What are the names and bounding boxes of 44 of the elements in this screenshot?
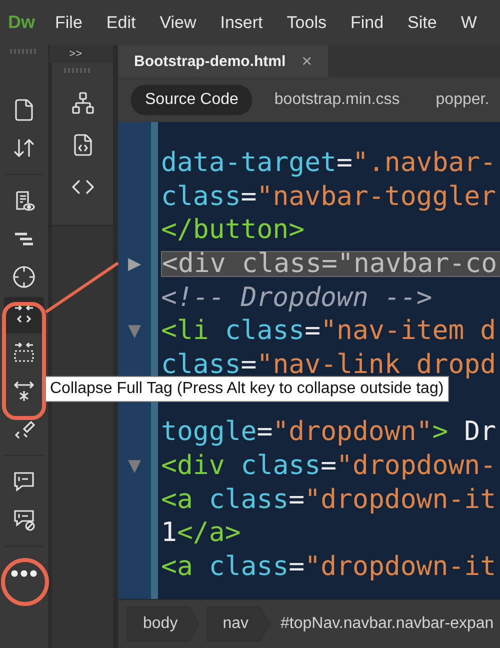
code-line: <a class="dropdown-it xyxy=(161,554,496,580)
menu-item[interactable]: W xyxy=(460,12,477,32)
app-logo: Dw xyxy=(8,12,35,33)
code-line: <a class="dropdown-it xyxy=(161,486,496,513)
element-selector: #topNav.navbar.navbar-expan xyxy=(280,615,494,633)
collapse-selection-icon xyxy=(12,341,36,365)
menu-item[interactable]: Insert xyxy=(220,12,263,32)
tooltip: Collapse Full Tag (Press Alt key to collapse outside tag) xyxy=(45,376,449,402)
code-line: class="nav-link dropd xyxy=(161,352,496,378)
document-icon xyxy=(12,98,36,122)
menu-item[interactable]: Edit xyxy=(106,12,136,32)
menu-item[interactable]: Tools xyxy=(286,12,326,32)
code-line: <div class="dropdown- xyxy=(161,453,496,480)
code-line: </button> xyxy=(161,217,305,244)
expand-all-icon xyxy=(12,379,36,403)
related-file-tab[interactable]: popper. xyxy=(422,84,500,114)
breadcrumb-item[interactable]: nav xyxy=(206,606,270,642)
code-line: 1</a> xyxy=(161,520,241,546)
highlight-circle xyxy=(1,558,49,606)
uncomment-icon xyxy=(12,508,36,532)
related-file-tab[interactable]: Source Code xyxy=(131,84,252,114)
menu-item[interactable]: File xyxy=(55,12,82,32)
comment-icon xyxy=(12,470,36,494)
code-line: <li class="nav-item d xyxy=(161,318,496,344)
document-tab[interactable]: Bootstrap-demo.html × xyxy=(118,45,328,77)
more-icon xyxy=(11,570,37,576)
up-down-arrows-icon xyxy=(12,136,36,160)
crosshair-icon xyxy=(12,265,36,289)
expand-panels-button[interactable]: >> xyxy=(69,48,82,60)
hierarchy-icon xyxy=(70,91,94,115)
panel-grip[interactable] xyxy=(64,68,92,73)
code-line: <!-- Dropdown --> xyxy=(161,284,432,311)
code-line: class="navbar-toggler xyxy=(161,184,496,210)
code-line: toggle="dropdown"> Dr xyxy=(161,419,496,446)
tab-title: Bootstrap-demo.html xyxy=(134,52,286,70)
breadcrumb-item[interactable]: body xyxy=(126,606,200,642)
code-line: data-target=".navbar- xyxy=(161,150,496,176)
related-file-tab[interactable]: bootstrap.min.css xyxy=(260,84,414,114)
fold-toggle[interactable]: ▶ xyxy=(128,254,142,273)
menu-item[interactable]: Find xyxy=(350,12,384,32)
menu-item[interactable]: View xyxy=(160,12,196,32)
close-tab-button[interactable]: × xyxy=(302,50,312,72)
panel-grip[interactable] xyxy=(10,49,38,54)
menu-item[interactable]: Site xyxy=(408,12,437,32)
